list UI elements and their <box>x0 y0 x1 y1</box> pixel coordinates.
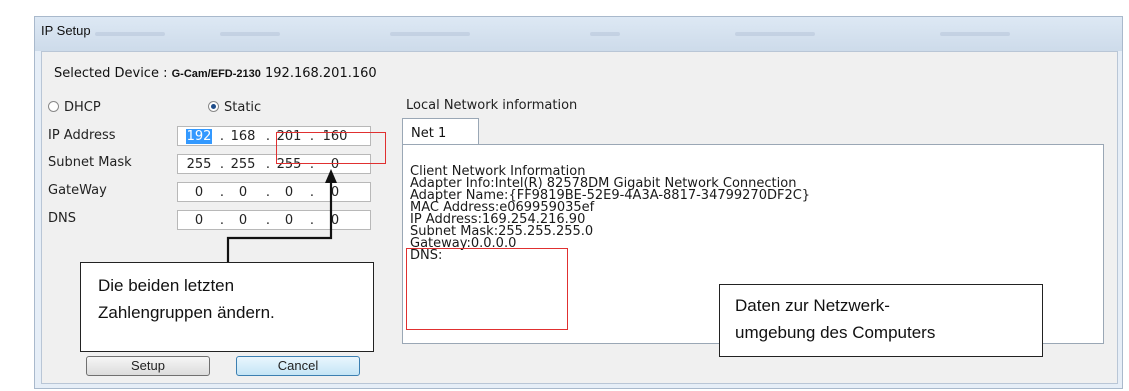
callout-line: Daten zur Netzwerk- <box>735 296 890 315</box>
callout-change-octets: Die beiden letzten Zahlengruppen ändern. <box>80 262 374 352</box>
callout-line: umgebung des Computers <box>735 323 936 342</box>
callout-line: Zahlengruppen ändern. <box>98 303 275 322</box>
callout-network-data: Daten zur Netzwerk- umgebung des Compute… <box>719 284 1043 357</box>
callout-line: Die beiden letzten <box>98 276 235 295</box>
